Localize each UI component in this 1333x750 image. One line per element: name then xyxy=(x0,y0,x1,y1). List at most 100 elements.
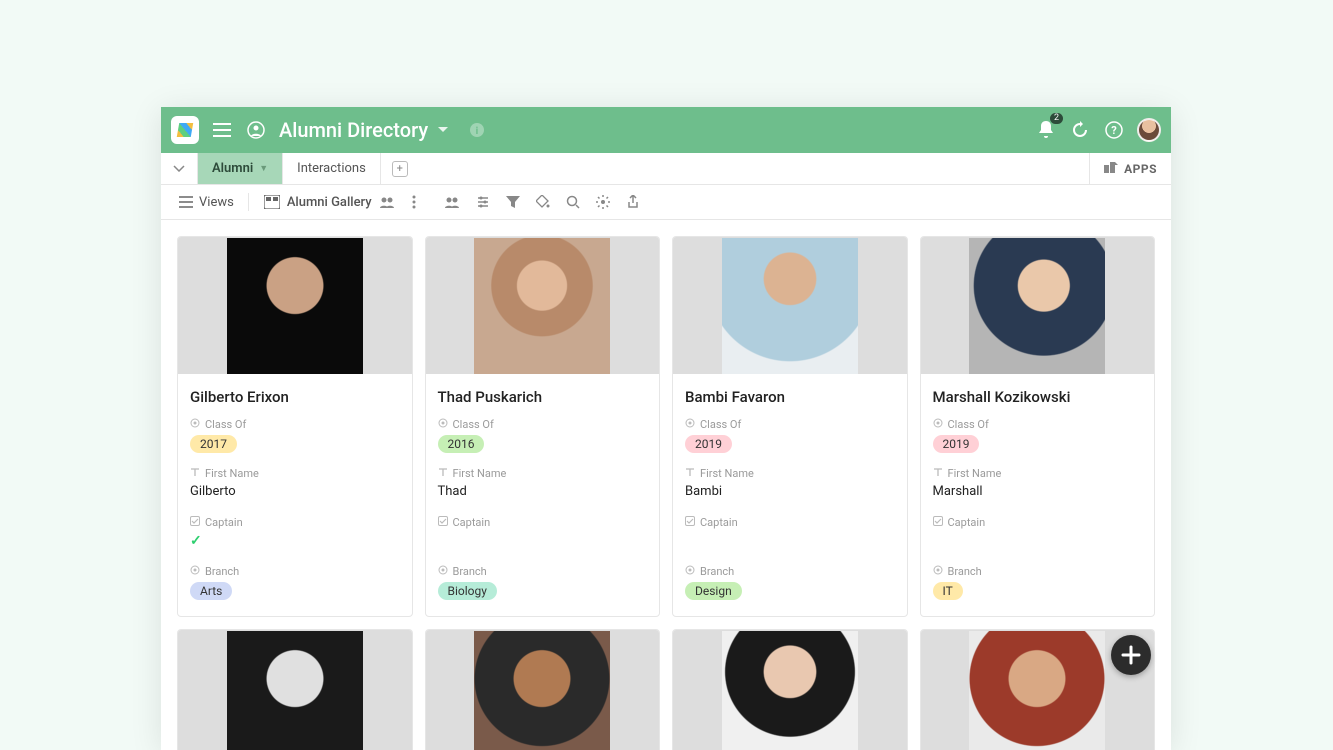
color-fill-icon[interactable] xyxy=(530,191,556,213)
people-circle-icon[interactable] xyxy=(243,117,269,143)
collapse-tabs-icon[interactable] xyxy=(161,153,198,184)
single-select-icon xyxy=(438,418,448,431)
captain-value xyxy=(685,533,895,551)
branch-pill: Biology xyxy=(438,582,497,600)
page-title: Alumni Directory xyxy=(279,118,428,142)
first-name-value: Marshall xyxy=(933,484,1143,502)
card-name: Bambi Favaron xyxy=(685,388,895,406)
card-photo xyxy=(426,237,660,374)
hamburger-menu-icon[interactable] xyxy=(209,117,235,143)
field-label: Class Of xyxy=(685,418,895,431)
help-icon[interactable]: ? xyxy=(1101,117,1127,143)
card-photo xyxy=(178,237,412,374)
tab-label: Interactions xyxy=(297,161,366,176)
field-label: Captain xyxy=(438,516,648,529)
customize-fields-icon[interactable] xyxy=(470,191,496,213)
gallery-scroll-area[interactable]: Gilberto Erixon Class Of 2017 First Name Gil… xyxy=(161,220,1171,750)
field-label: First Name xyxy=(190,467,400,480)
history-icon[interactable] xyxy=(1067,117,1093,143)
first-name-value: Gilberto xyxy=(190,484,400,502)
single-select-icon xyxy=(685,565,695,578)
text-field-icon xyxy=(438,467,448,480)
tab-interactions[interactable]: Interactions xyxy=(283,153,381,184)
field-label: Class Of xyxy=(438,418,648,431)
class-of-pill: 2019 xyxy=(685,435,732,453)
single-select-icon xyxy=(933,565,943,578)
tab-caret-icon: ▼ xyxy=(259,163,268,174)
svg-text:?: ? xyxy=(1111,124,1117,137)
card-photo xyxy=(673,630,907,750)
field-label: Captain xyxy=(933,516,1143,529)
captain-value xyxy=(438,533,648,551)
view-toolbar: Views Alumni Gallery xyxy=(161,185,1171,220)
app-header: Alumni Directory i 2 ? xyxy=(161,107,1171,153)
alumni-card[interactable]: Gilberto Erixon Class Of 2017 First Name Gil… xyxy=(177,236,413,617)
filter-icon[interactable] xyxy=(500,192,526,212)
branch-pill: Arts xyxy=(190,582,232,600)
tab-alumni[interactable]: Alumni ▼ xyxy=(198,153,283,184)
class-of-pill: 2019 xyxy=(933,435,980,453)
card-name: Thad Puskarich xyxy=(438,388,648,406)
search-icon[interactable] xyxy=(560,191,586,213)
alumni-card[interactable]: Bambi Favaron Class Of 2019 First Name Bambi… xyxy=(672,236,908,617)
field-label: Captain xyxy=(190,516,400,529)
class-of-pill: 2017 xyxy=(190,435,237,453)
field-label: Branch xyxy=(685,565,895,578)
field-label: Branch xyxy=(933,565,1143,578)
branch-pill: IT xyxy=(933,582,963,600)
gallery-name: Alumni Gallery xyxy=(287,195,372,210)
gallery-view-button[interactable]: Alumni Gallery xyxy=(257,189,402,215)
single-select-icon xyxy=(685,418,695,431)
single-select-icon xyxy=(933,418,943,431)
captain-value: ✓ xyxy=(190,533,400,551)
alumni-card[interactable]: Marshall Kozikowski Class Of 2019 First Nam… xyxy=(920,236,1156,617)
first-name-value: Bambi xyxy=(685,484,895,502)
card-name: Marshall Kozikowski xyxy=(933,388,1143,406)
info-icon[interactable]: i xyxy=(464,117,490,143)
card-photo xyxy=(426,630,660,750)
views-menu-button[interactable]: Views xyxy=(171,189,240,215)
text-field-icon xyxy=(933,467,943,480)
checkbox-field-icon xyxy=(933,516,943,529)
field-label: Branch xyxy=(190,565,400,578)
field-label: Class Of xyxy=(190,418,400,431)
alumni-card[interactable]: Thad Puskarich Class Of 2016 First Name Thad… xyxy=(425,236,661,617)
notification-badge: 2 xyxy=(1050,113,1063,124)
single-select-icon xyxy=(438,565,448,578)
export-icon[interactable] xyxy=(620,191,646,213)
checkbox-field-icon xyxy=(685,516,695,529)
people-icon[interactable] xyxy=(438,192,466,212)
alumni-card[interactable] xyxy=(425,629,661,750)
settings-icon[interactable] xyxy=(590,191,616,213)
field-label: Class Of xyxy=(933,418,1143,431)
single-select-icon xyxy=(190,565,200,578)
user-avatar[interactable] xyxy=(1137,118,1161,142)
apps-label: APPS xyxy=(1124,162,1157,176)
card-name: Gilberto Erixon xyxy=(190,388,400,406)
card-photo xyxy=(178,630,412,750)
captain-value xyxy=(933,533,1143,551)
add-record-fab[interactable] xyxy=(1111,635,1151,675)
alumni-card[interactable] xyxy=(177,629,413,750)
views-label: Views xyxy=(199,195,234,210)
field-label: First Name xyxy=(933,467,1143,480)
notifications-icon[interactable]: 2 xyxy=(1033,117,1059,143)
checkbox-field-icon xyxy=(438,516,448,529)
alumni-card[interactable] xyxy=(672,629,908,750)
branch-pill: Design xyxy=(685,582,742,600)
field-label: First Name xyxy=(685,467,895,480)
more-options-icon[interactable] xyxy=(406,191,422,213)
card-photo xyxy=(921,237,1155,374)
first-name-value: Thad xyxy=(438,484,648,502)
apps-button[interactable]: APPS xyxy=(1089,153,1171,184)
tab-label: Alumni xyxy=(212,161,253,176)
field-label: First Name xyxy=(438,467,648,480)
class-of-pill: 2016 xyxy=(438,435,485,453)
add-tab-button[interactable]: + xyxy=(387,153,413,184)
text-field-icon xyxy=(685,467,695,480)
app-logo[interactable] xyxy=(171,116,199,144)
field-label: Captain xyxy=(685,516,895,529)
title-caret-icon[interactable] xyxy=(430,117,456,143)
gallery-icon xyxy=(263,193,281,211)
single-select-icon xyxy=(190,418,200,431)
